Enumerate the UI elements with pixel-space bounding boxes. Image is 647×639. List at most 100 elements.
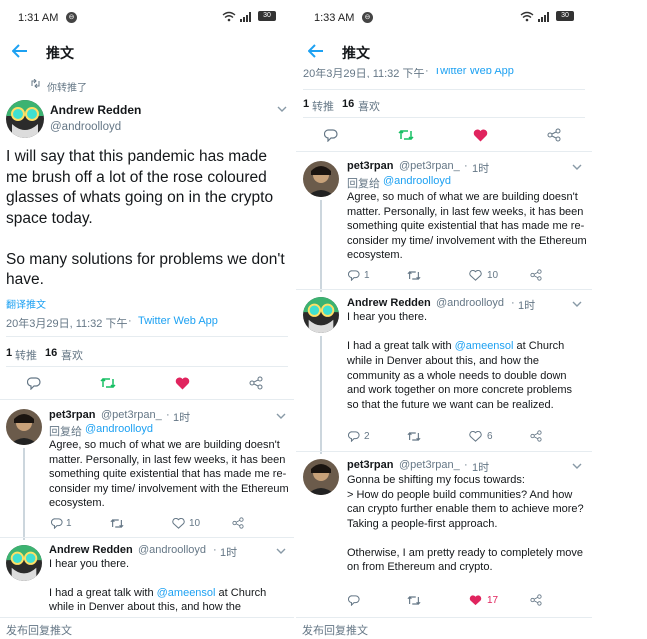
reply-author-name[interactable]: Andrew Redden [347,297,431,309]
reply-author-name[interactable]: pet3rpan [347,160,393,172]
mention-link[interactable]: @ameensol [157,587,216,599]
reply-to-mention[interactable]: @androolloyd [383,175,451,187]
retweet-icon[interactable] [406,267,422,283]
divider [0,537,294,538]
share-icon[interactable] [528,428,544,444]
chevron-down-icon[interactable] [276,412,286,422]
like-icon[interactable] [467,428,483,444]
separator-dot: · [128,315,132,327]
separator-dot: · [166,409,170,421]
reply-author-name[interactable]: Andrew Redden [49,544,133,556]
reply-icon[interactable] [346,267,362,283]
reply-author-handle[interactable]: @pet3rpan_ [399,160,460,172]
reply-author-handle[interactable]: @pet3rpan_ [101,409,162,421]
compose-reply-placeholder[interactable]: 发布回复推文 [302,625,368,637]
like-icon[interactable] [174,375,190,391]
divider [0,399,294,400]
divider [6,336,288,337]
author-name[interactable]: Andrew Redden [50,103,141,117]
reply-author-handle[interactable]: @pet3rpan_ [399,459,460,471]
reply-author-name[interactable]: pet3rpan [49,409,95,421]
avatar[interactable] [303,459,339,495]
reply-time: 1时 [472,163,490,175]
status-bar: 1:33 AM ⊖ 30 [296,0,592,34]
retweets-count[interactable]: 1 [303,98,309,110]
retweet-icon[interactable] [109,515,125,531]
retweet-icon[interactable] [406,428,422,444]
separator-dot: · [511,297,515,309]
likes-label[interactable]: 喜欢 [61,347,83,363]
reply-icon[interactable] [346,592,362,608]
reply-count: 1 [66,518,72,529]
blank-gutter [592,0,647,639]
divider [296,151,592,152]
like-icon[interactable] [170,515,186,531]
notification-badge-icon: ⊖ [362,12,373,23]
tweet-source[interactable]: Twitter Web App [434,68,514,77]
retweets-label[interactable]: 转推 [312,98,334,114]
retweet-icon[interactable] [406,592,422,608]
battery-icon: 30 [556,11,574,21]
reply-time: 1时 [518,300,536,312]
cut-timestamp-row: 20年3月29日, 11:32 下午 · Twitter Web App [296,68,592,78]
author-handle[interactable]: @androolloyd [50,121,121,133]
separator-dot: · [213,544,217,556]
chevron-down-icon[interactable] [572,163,582,173]
tweet-source[interactable]: Twitter Web App [138,315,218,327]
likes-count[interactable]: 16 [342,98,354,110]
retweets-label[interactable]: 转推 [15,347,37,363]
status-bar: 1:31 AM ⊖ 30 [0,0,294,34]
like-icon[interactable] [467,267,483,283]
share-icon[interactable] [546,127,562,143]
avatar[interactable] [6,100,44,138]
reply-icon[interactable] [346,428,362,444]
reply-author-name[interactable]: pet3rpan [347,459,393,471]
retweet-icon[interactable] [100,375,116,391]
retweets-count[interactable]: 1 [6,347,12,359]
avatar[interactable] [6,409,42,445]
reply-icon[interactable] [49,515,65,531]
reply-author-handle[interactable]: @androolloyd [436,297,504,309]
avatar[interactable] [303,161,339,197]
likes-label[interactable]: 喜欢 [358,98,380,114]
reply-icon[interactable] [323,127,339,143]
compose-reply-bar[interactable]: 发布回复推文 [0,617,294,639]
like-count: 10 [487,270,499,281]
reply-to-label: 回复给 [347,178,380,190]
notification-badge-icon: ⊖ [66,12,77,23]
battery-icon: 30 [258,11,276,21]
divider [6,366,288,367]
share-icon[interactable] [528,267,544,283]
reply-icon[interactable] [26,375,42,391]
like-count: 6 [487,431,493,442]
avatar[interactable] [6,545,42,581]
mention-link[interactable]: @ameensol [455,340,514,352]
reply-to-mention[interactable]: @androolloyd [85,423,153,435]
share-icon[interactable] [528,592,544,608]
share-icon[interactable] [248,375,264,391]
like-count: 17 [487,595,499,606]
tweet-timestamp: 20年3月29日, 11:32 下午 [6,318,128,330]
reply-text: I hear you there. [347,311,428,323]
likes-count[interactable]: 16 [45,347,57,359]
back-arrow-icon[interactable] [304,40,328,64]
like-icon[interactable] [472,127,488,143]
avatar[interactable] [303,297,339,333]
chevron-down-icon[interactable] [572,462,582,472]
compose-reply-placeholder[interactable]: 发布回复推文 [6,625,72,637]
reply-author-handle[interactable]: @androolloyd [138,544,206,556]
like-icon[interactable] [467,592,483,608]
chevron-down-icon[interactable] [277,105,287,115]
compose-reply-bar[interactable]: 发布回复推文 [296,617,592,639]
separator-dot: · [464,160,468,172]
share-icon[interactable] [230,515,246,531]
chevron-down-icon[interactable] [276,547,286,557]
translate-link[interactable]: 翻译推文 [6,296,46,311]
back-arrow-icon[interactable] [8,40,32,64]
divider [296,289,592,290]
chevron-down-icon[interactable] [572,300,582,310]
separator-dot: · [464,459,468,471]
retweet-icon[interactable] [398,127,414,143]
screen-right: 1:33 AM ⊖ 30 推文 20年3月29日, 11:32 下午 · Twi… [296,0,592,639]
status-time: 1:31 AM [18,12,59,24]
